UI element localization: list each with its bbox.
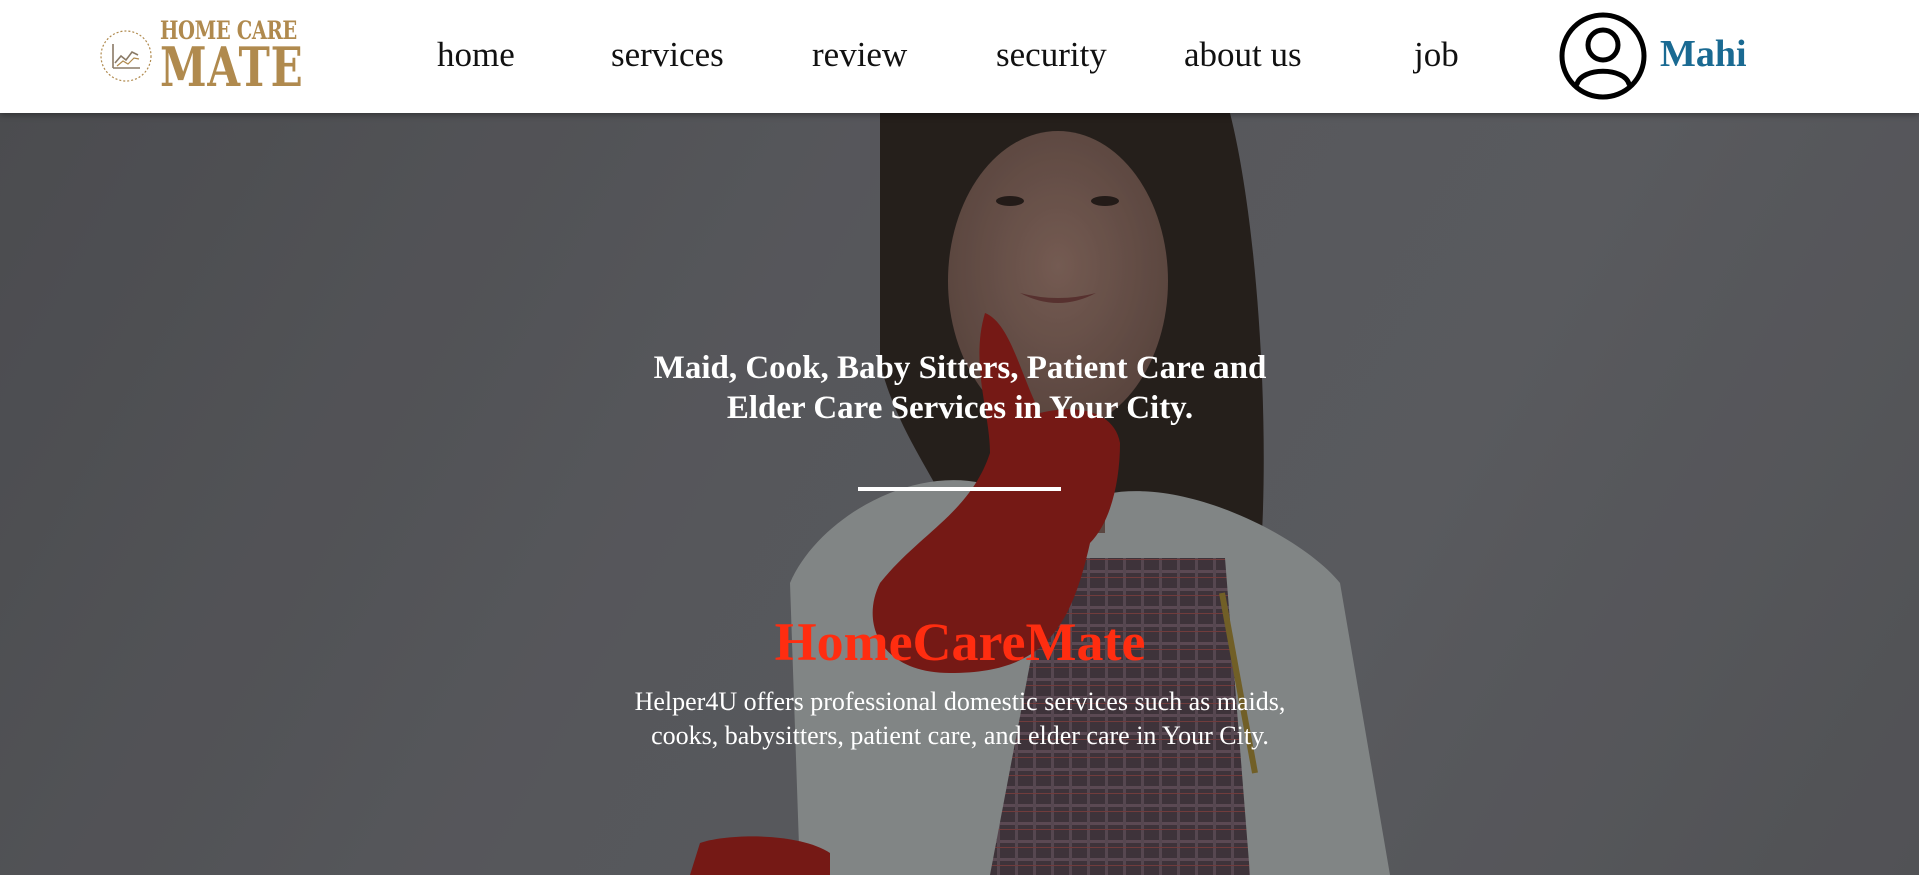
nav-services[interactable]: services	[611, 34, 724, 76]
logo-link[interactable]: HOME CARE MATE	[98, 14, 303, 98]
hero-tagline: Maid, Cook, Baby Sitters, Patient Care a…	[560, 348, 1360, 428]
chart-trend-icon	[100, 30, 152, 82]
hero-dark-overlay	[0, 113, 1919, 875]
top-navbar: HOME CARE MATE home services review secu…	[0, 0, 1919, 113]
hero-tagline-line1: Maid, Cook, Baby Sitters, Patient Care a…	[653, 350, 1267, 386]
hero-section: Maid, Cook, Baby Sitters, Patient Care a…	[0, 113, 1919, 875]
hero-divider	[858, 487, 1061, 491]
hero-tagline-line2: Elder Care Services in Your City.	[726, 390, 1194, 426]
logo-text-bottom: MATE	[160, 35, 304, 99]
nav-security[interactable]: security	[996, 34, 1107, 76]
nav-about-us[interactable]: about us	[1184, 34, 1302, 76]
brand-description-line1: Helper4U offers professional domestic se…	[634, 687, 1286, 716]
brand-title: HomeCareMate	[774, 612, 1146, 672]
nav-job[interactable]: job	[1414, 34, 1459, 76]
nav-review[interactable]: review	[812, 34, 907, 76]
nav-home[interactable]: home	[437, 34, 515, 76]
user-circle-icon[interactable]	[1558, 11, 1648, 101]
brand-description: Helper4U offers professional domestic se…	[560, 685, 1360, 753]
brand-description-line2: cooks, babysitters, patient care, and el…	[651, 721, 1269, 750]
user-name-link[interactable]: Mahi	[1660, 32, 1747, 78]
